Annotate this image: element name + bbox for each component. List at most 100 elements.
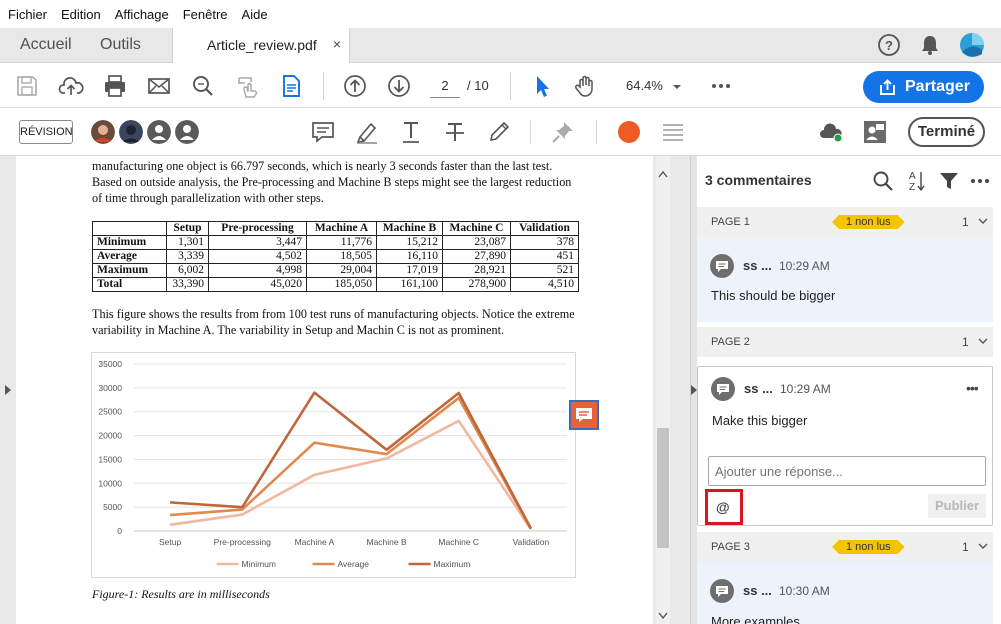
publish-button[interactable]: Publier — [928, 494, 986, 518]
line-weight-icon[interactable] — [660, 119, 686, 145]
comment-card-selected[interactable]: ss ... 10:29 AM ••• Make this bigger @ P… — [697, 366, 993, 526]
panel-divider[interactable] — [690, 156, 697, 624]
next-page-icon[interactable] — [386, 73, 412, 99]
table-cell: 6,002 — [166, 263, 209, 278]
more-options-icon[interactable] — [970, 178, 990, 184]
series-line-maximum — [169, 391, 533, 530]
series-line-minimum — [169, 419, 532, 530]
table-cell: 11,776 — [306, 235, 377, 250]
save-icon[interactable] — [14, 73, 40, 99]
color-picker-icon[interactable] — [616, 119, 642, 145]
scroll-up-icon[interactable] — [658, 170, 668, 178]
reviewer-avatar[interactable] — [91, 120, 115, 144]
underline-text-icon[interactable] — [398, 119, 424, 145]
email-icon[interactable] — [146, 73, 172, 99]
page-label: PAGE 1 — [711, 216, 750, 228]
mention-button[interactable]: @ — [705, 489, 743, 525]
pencil-icon[interactable] — [486, 119, 512, 145]
series-line-average — [169, 396, 533, 530]
cloud-sync-icon[interactable] — [818, 119, 844, 145]
page-group-header[interactable]: PAGE 3 1 non lus 1 — [697, 532, 993, 562]
done-button[interactable]: Terminé — [908, 117, 985, 147]
chevron-down-icon[interactable] — [977, 215, 989, 227]
menu-edit[interactable]: Edition — [61, 7, 101, 22]
pin-icon[interactable] — [550, 119, 576, 145]
comment-note-icon — [576, 408, 592, 422]
menu-bar: Fichier Edition Affichage Fenêtre Aide — [0, 0, 1001, 28]
table-header: Pre-processing — [208, 221, 307, 236]
share-button[interactable]: Partager — [863, 71, 984, 103]
tab-bar: Accueil Outils Article_review.pdf × ? — [0, 28, 1001, 64]
scroll-down-icon[interactable] — [658, 612, 668, 620]
comment-more-options[interactable]: ••• — [966, 380, 979, 396]
comment-type-icon — [711, 377, 735, 401]
x-tick-label: Pre-processing — [214, 537, 271, 547]
comment-card[interactable]: ss ... 10:30 AM More examples — [697, 562, 993, 624]
cloud-upload-icon[interactable] — [58, 73, 84, 99]
page-group-header[interactable]: PAGE 1 1 non lus 1 — [697, 207, 993, 237]
reviewer-avatar[interactable] — [147, 120, 171, 144]
review-mode-button[interactable]: RÉVISION — [19, 120, 73, 144]
help-icon[interactable]: ? — [877, 33, 901, 57]
table-cell: 1,301 — [166, 235, 209, 250]
reviewer-avatar[interactable] — [119, 120, 143, 144]
close-tab-icon[interactable]: × — [333, 36, 341, 52]
table-row: Minimum 1,301 3,447 11,776 15,212 23,087… — [92, 235, 579, 250]
menu-view[interactable]: Affichage — [115, 7, 169, 22]
review-toolbar: RÉVISION Terminé — [0, 108, 1001, 156]
select-cursor-icon[interactable] — [529, 73, 555, 99]
account-avatar-icon[interactable] — [959, 32, 985, 58]
tab-home[interactable]: Accueil — [20, 28, 72, 63]
toolbar-separator — [530, 120, 531, 144]
export-pdf-icon[interactable] — [278, 73, 304, 99]
filter-icon[interactable] — [939, 171, 959, 191]
reply-input[interactable] — [708, 456, 986, 486]
share-review-icon[interactable] — [862, 119, 888, 145]
table-header: Validation — [510, 221, 579, 236]
chevron-down-icon[interactable] — [977, 335, 989, 347]
scrollbar-thumb[interactable] — [657, 428, 669, 548]
bell-icon[interactable] — [918, 33, 942, 57]
hand-tool-icon[interactable] — [573, 73, 599, 99]
left-panel-toggle-icon[interactable] — [4, 384, 12, 396]
table-cell: 185,050 — [306, 277, 377, 292]
results-table: Setup Pre-processing Machine A Machine B… — [92, 221, 579, 292]
strikethrough-icon[interactable] — [442, 119, 468, 145]
print-icon[interactable] — [102, 73, 128, 99]
previous-page-icon[interactable] — [342, 73, 368, 99]
zoom-level[interactable]: 64.4% — [626, 74, 663, 98]
table-cell: 4,510 — [510, 277, 579, 292]
y-tick-label: 10000 — [98, 478, 122, 488]
toolbar-separator — [596, 120, 597, 144]
comment-type-icon — [710, 579, 734, 603]
y-tick-label: 0 — [117, 526, 122, 536]
table-cell: 4,502 — [208, 249, 307, 264]
document-scrollbar[interactable] — [656, 156, 670, 624]
y-tick-label: 25000 — [98, 407, 122, 417]
comment-marker[interactable] — [569, 400, 599, 430]
reviewer-avatar[interactable] — [175, 120, 199, 144]
sort-icon[interactable]: A Z — [906, 169, 928, 193]
search-comments-icon[interactable] — [872, 170, 894, 192]
x-tick-label: Machine A — [295, 537, 335, 547]
comment-card[interactable]: ss ... 10:29 AM This should be bigger — [697, 237, 993, 322]
tab-document[interactable]: Article_review.pdf × — [172, 28, 350, 64]
table-row: Average 3,339 4,502 18,505 16,110 27,890… — [92, 249, 579, 264]
table-cell: 378 — [510, 235, 579, 250]
menu-window[interactable]: Fenêtre — [183, 7, 228, 22]
svg-text:Z: Z — [909, 182, 915, 193]
menu-help[interactable]: Aide — [242, 7, 268, 22]
comments-panel: 3 commentaires A Z PAGE 1 1 non lus 1 ss… — [697, 156, 1001, 624]
menu-file[interactable]: Fichier — [8, 7, 47, 22]
more-tools-icon[interactable] — [708, 73, 734, 99]
tab-tools[interactable]: Outils — [100, 28, 141, 63]
table-cell: 45,020 — [208, 277, 307, 292]
touch-mode-icon[interactable] — [234, 73, 260, 99]
highlight-icon[interactable] — [354, 119, 380, 145]
search-icon[interactable] — [190, 73, 216, 99]
chevron-down-icon[interactable] — [977, 540, 989, 552]
sticky-note-icon[interactable] — [310, 119, 336, 145]
zoom-dropdown-icon[interactable] — [672, 83, 682, 91]
page-number-input[interactable]: 2 — [430, 74, 460, 98]
page-group-header[interactable]: PAGE 2 1 — [697, 327, 993, 357]
